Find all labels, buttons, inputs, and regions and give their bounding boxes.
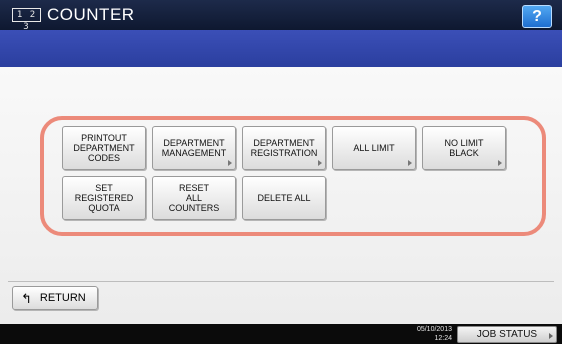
button-label: ALL LIMIT	[353, 143, 395, 153]
no-limit-black-button[interactable]: NO LIMIT BLACK	[422, 126, 506, 170]
page-title: COUNTER	[47, 5, 135, 24]
button-label: DELETE ALL	[257, 193, 311, 203]
header-band	[0, 30, 562, 67]
printout-department-codes-button[interactable]: PRINTOUT DEPARTMENT CODES	[62, 126, 146, 170]
reset-all-counters-button[interactable]: RESET ALL COUNTERS	[152, 176, 236, 220]
job-status-arrow-icon	[549, 333, 553, 339]
time: 12:24	[434, 335, 452, 342]
department-registration-button[interactable]: DEPARTMENT REGISTRATION	[242, 126, 326, 170]
submenu-arrow-icon	[498, 160, 502, 166]
date: 05/10/2013	[416, 326, 452, 333]
help-button[interactable]: ?	[522, 5, 552, 28]
all-limit-button[interactable]: ALL LIMIT	[332, 126, 416, 170]
job-status-button[interactable]: JOB STATUS	[457, 326, 557, 343]
submenu-arrow-icon	[318, 160, 322, 166]
counter-mode-icon: 1 2 3	[12, 8, 41, 32]
return-button[interactable]: ↰ RETURN	[12, 286, 98, 310]
button-label: RESET ALL COUNTERS	[168, 183, 220, 213]
status-bar: 05/10/2013 12:24 JOB STATUS	[0, 324, 562, 344]
job-status-label: JOB STATUS	[476, 329, 538, 340]
button-label: DEPARTMENT MANAGEMENT	[161, 138, 227, 158]
button-label: NO LIMIT BLACK	[444, 138, 484, 158]
department-management-button[interactable]: DEPARTMENT MANAGEMENT	[152, 126, 236, 170]
set-registered-quota-button[interactable]: SET REGISTERED QUOTA	[62, 176, 146, 220]
title-bar: 1 2 3 COUNTER ?	[0, 0, 562, 32]
button-label: PRINTOUT DEPARTMENT CODES	[73, 133, 135, 163]
footer-divider	[8, 281, 554, 282]
delete-all-button[interactable]: DELETE ALL	[242, 176, 326, 220]
date-time: 05/10/2013 12:24	[400, 325, 452, 343]
button-label: SET REGISTERED QUOTA	[74, 183, 134, 213]
submenu-arrow-icon	[408, 160, 412, 166]
button-label: DEPARTMENT REGISTRATION	[250, 138, 318, 158]
return-label: RETURN	[39, 292, 86, 304]
submenu-arrow-icon	[228, 160, 232, 166]
return-arrow-icon: ↰	[21, 290, 32, 306]
